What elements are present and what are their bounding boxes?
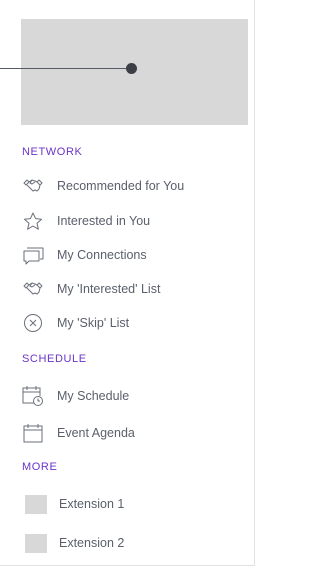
nav-item-label: Interested in You (57, 214, 151, 228)
nav-item-label: Extension 1 (59, 497, 125, 511)
close-circle-icon (22, 312, 44, 334)
section-heading-more: MORE (22, 461, 58, 473)
connector-line (0, 68, 132, 69)
nav-item-label: Extension 2 (59, 536, 125, 550)
nav-item-my-schedule[interactable]: My Schedule (22, 384, 242, 408)
nav-item-recommended-for-you[interactable]: Recommended for You (22, 174, 242, 198)
section-heading-network: NETWORK (22, 146, 83, 158)
calendar-icon (22, 422, 44, 444)
star-icon (22, 210, 44, 232)
nav-item-label: Event Agenda (57, 426, 135, 440)
nav-item-my-skip-list[interactable]: My 'Skip' List (22, 311, 242, 335)
nav-item-label: My Connections (57, 248, 147, 262)
nav-item-interested-in-you[interactable]: Interested in You (22, 209, 242, 233)
placeholder-square-icon (25, 494, 47, 514)
placeholder-square-icon (25, 533, 47, 553)
nav-item-label: My Schedule (57, 389, 130, 403)
handshake-icon (22, 175, 44, 197)
nav-item-my-connections[interactable]: My Connections (22, 243, 242, 267)
nav-item-label: My 'Skip' List (57, 316, 130, 330)
connector-dot (126, 63, 137, 74)
nav-item-extension-2[interactable]: Extension 2 (25, 531, 225, 555)
handshake-icon (22, 278, 44, 300)
chat-bubbles-icon (22, 244, 44, 266)
nav-item-label: Recommended for You (57, 179, 185, 193)
nav-item-extension-1[interactable]: Extension 1 (25, 492, 225, 516)
nav-item-my-interested-list[interactable]: My 'Interested' List (22, 277, 242, 301)
nav-item-label: My 'Interested' List (57, 282, 161, 296)
calendar-clock-icon (22, 385, 44, 407)
nav-item-event-agenda[interactable]: Event Agenda (22, 421, 242, 445)
section-heading-schedule: SCHEDULE (22, 353, 87, 365)
